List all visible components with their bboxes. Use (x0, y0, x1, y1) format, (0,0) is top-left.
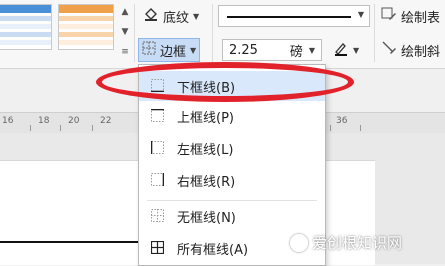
menu-item-no-border[interactable]: 无框线(N) (139, 201, 325, 231)
chevron-down-icon: ▼ (308, 45, 315, 55)
divider (374, 4, 375, 62)
chevron-down-icon: ▼ (353, 45, 360, 55)
right-border-icon (151, 173, 165, 186)
menu-item-label: 左框线(L) (177, 143, 234, 158)
menu-item-label: 右框线(R) (177, 175, 236, 190)
line-weight-unit: 磅 (289, 44, 303, 60)
no-border-icon (151, 209, 164, 222)
highlight-annotation-oval (96, 62, 354, 102)
menu-item-left-border[interactable]: 左框线(L) (139, 133, 325, 163)
gallery-more-icon[interactable]: ≡ (118, 42, 132, 62)
ruler-label: 22 (100, 116, 112, 126)
chevron-down-icon: ▼ (190, 45, 197, 55)
line-style-preview (227, 16, 351, 18)
menu-item-top-border[interactable]: 上框线(P) (139, 101, 325, 131)
draw-table-label: 绘制表 (401, 10, 441, 26)
menu-item-label: 上框线(P) (177, 111, 234, 126)
divider (212, 4, 213, 62)
draw-table-button[interactable]: 绘制表 (378, 4, 443, 28)
table-bottom-border (0, 241, 140, 243)
pen-color-icon (333, 40, 349, 60)
all-borders-icon (150, 240, 165, 255)
line-weight-value: 2.25 (229, 42, 258, 58)
border-grid-icon (142, 41, 156, 59)
table-style-orange[interactable] (58, 4, 114, 50)
gallery-scroll[interactable]: ▲ ▼ ≡ (118, 2, 132, 64)
watermark: 爱创根知识网 (290, 232, 402, 253)
ruler-label: 20 (68, 116, 80, 126)
border-label: 边框 (160, 44, 187, 60)
chevron-down-icon: ▼ (193, 11, 200, 21)
ribbon-toolbar: ▲ ▼ ≡ 底纹 ▼ 边框 ▼ ▼ 2.25 磅 ▼ ▼ 绘制表 绘制斜 (0, 0, 445, 69)
divider (134, 4, 135, 62)
line-style-dropdown[interactable]: ▼ (218, 5, 370, 27)
draw-diagonal-button[interactable]: 绘制斜 (378, 38, 443, 62)
menu-item-right-border[interactable]: 右框线(R) (139, 165, 325, 195)
border-button[interactable]: 边框 ▼ (138, 38, 201, 62)
ruler-label: 36 (336, 116, 348, 126)
watermark-text: 爱创根知识网 (312, 234, 403, 252)
scroll-down-icon[interactable]: ▼ (118, 22, 132, 42)
shading-label: 底纹 (163, 10, 190, 26)
line-weight-dropdown[interactable]: 2.25 磅 ▼ (222, 39, 322, 61)
paint-bucket-icon (143, 6, 159, 26)
watermark-logo-icon (290, 233, 308, 252)
menu-item-label: 所有框线(A) (177, 243, 249, 258)
shading-button[interactable]: 底纹 ▼ (140, 4, 202, 28)
table-style-blue[interactable] (0, 4, 52, 50)
pencil-icon (381, 6, 397, 26)
menu-item-label: 无框线(N) (177, 211, 236, 226)
top-border-icon (151, 108, 164, 122)
diagonal-pencil-icon (381, 40, 397, 60)
ruler-label: 16 (2, 116, 14, 126)
ruler-label: 18 (38, 116, 50, 126)
line-color-button[interactable]: ▼ (330, 38, 362, 62)
draw-diagonal-label: 绘制斜 (401, 44, 441, 60)
left-border-icon (150, 141, 164, 154)
chevron-down-icon: ▼ (357, 10, 364, 19)
scroll-up-icon[interactable]: ▲ (118, 2, 132, 22)
